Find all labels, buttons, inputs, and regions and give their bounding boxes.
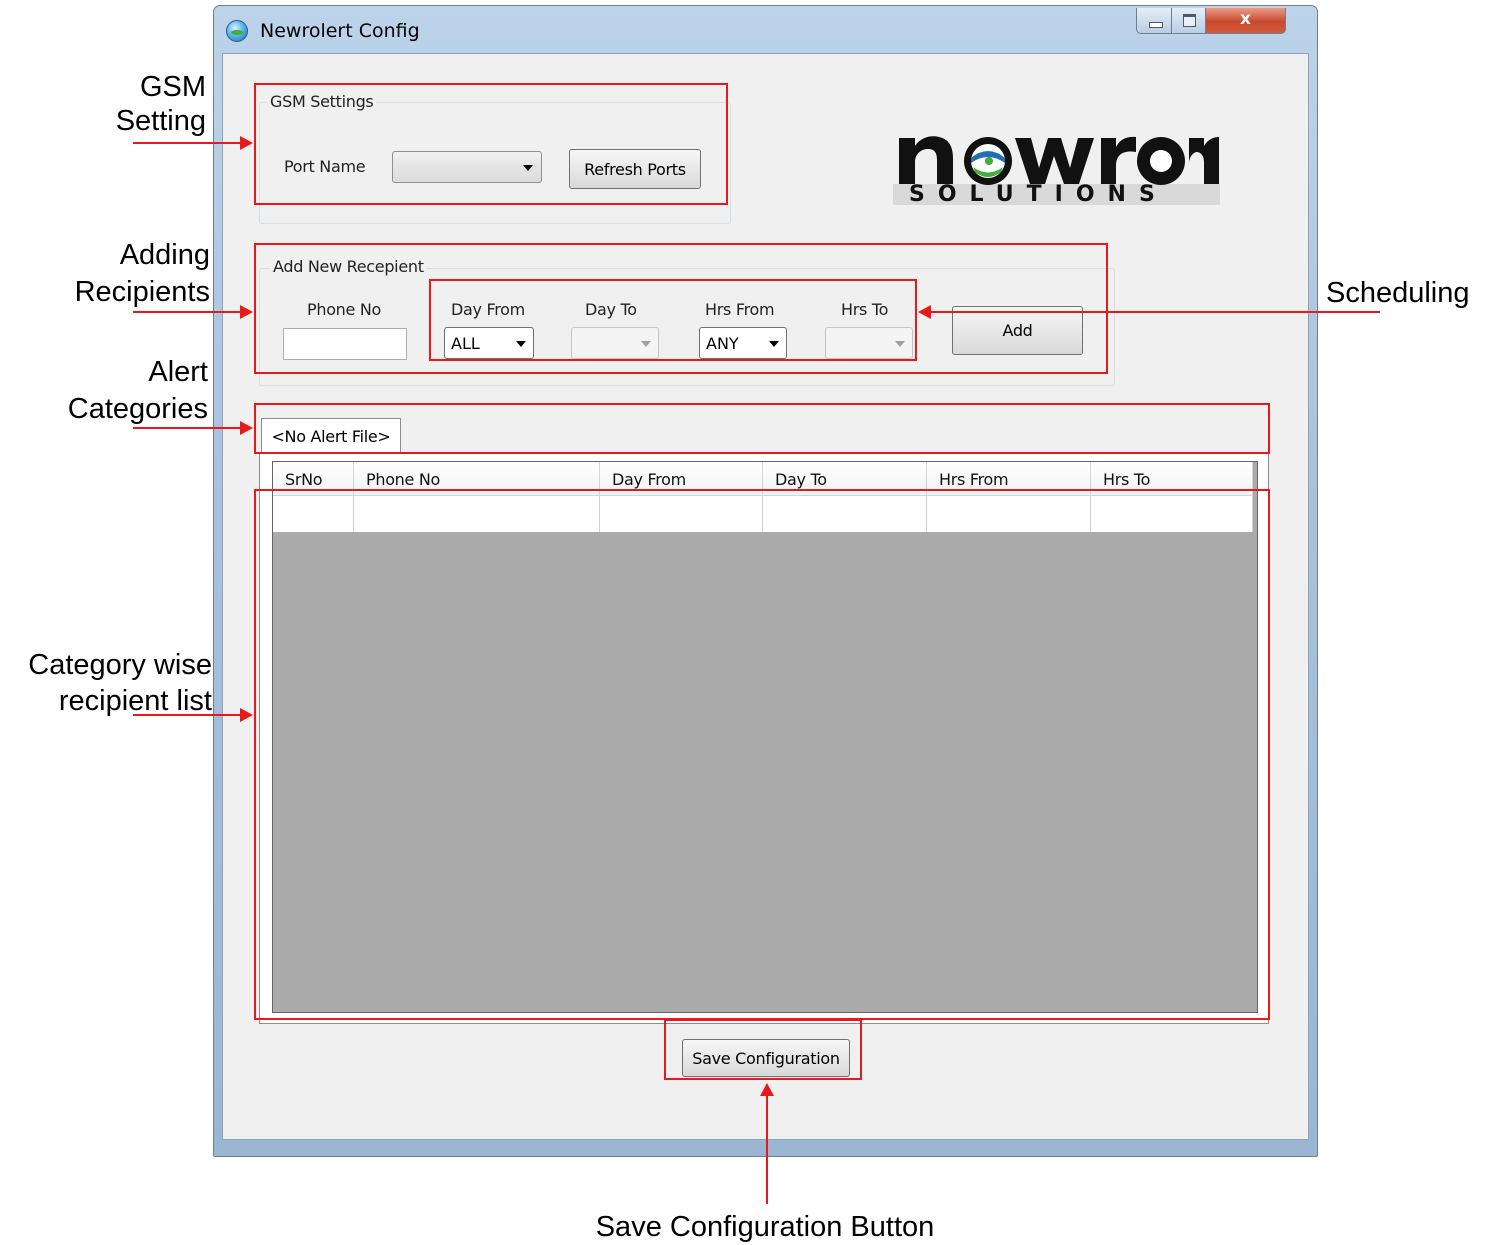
adding-arrow-line xyxy=(133,311,241,313)
alert-arrow-head xyxy=(240,421,253,435)
adding-recipients-annotation-line1: Adding xyxy=(119,239,210,271)
newrolert-globe-icon xyxy=(226,20,248,42)
scheduling-annotation: Scheduling xyxy=(1326,277,1470,309)
logo-subword: SOLUTIONS xyxy=(909,182,1168,207)
minimize-icon xyxy=(1149,22,1163,28)
recipient-list-annotation-line2: recipient list xyxy=(58,685,212,717)
gsm-arrow-head xyxy=(240,136,253,150)
window-title: Newrolert Config xyxy=(260,20,420,42)
gsm-setting-annotation-line2: Setting xyxy=(115,105,206,137)
close-icon: x xyxy=(1240,9,1251,29)
gsm-setting-annotation-line1: GSM xyxy=(139,71,206,103)
save-arrow-line xyxy=(766,1094,768,1204)
minimize-button[interactable] xyxy=(1136,8,1172,34)
alert-arrow-line xyxy=(133,427,241,429)
list-highlight-box xyxy=(254,489,1270,1020)
adding-arrow-head xyxy=(240,305,253,319)
list-arrow-line xyxy=(133,714,241,716)
gsm-highlight-box xyxy=(254,83,728,205)
save-button-annotation: Save Configuration Button xyxy=(595,1211,935,1243)
adding-recipients-annotation-line2: Recipients xyxy=(74,276,210,308)
scheduling-arrow-line xyxy=(930,311,1380,313)
scheduling-arrow-head xyxy=(918,305,931,319)
list-arrow-head xyxy=(240,708,253,722)
title-bar[interactable]: Newrolert Config x xyxy=(214,6,1317,54)
alert-categories-annotation-line2: Categories xyxy=(67,393,208,425)
maximize-icon xyxy=(1183,14,1196,27)
maximize-button[interactable] xyxy=(1172,8,1206,34)
recipient-list-annotation-line1: Category wise xyxy=(28,649,212,681)
save-arrow-head xyxy=(760,1083,774,1096)
save-highlight-box xyxy=(664,1019,862,1080)
close-button[interactable]: x xyxy=(1206,8,1286,34)
tabs-highlight-box xyxy=(254,403,1270,454)
scheduling-highlight-box xyxy=(429,279,917,361)
gsm-arrow-line xyxy=(133,142,241,144)
alert-categories-annotation-line1: Alert xyxy=(148,356,208,388)
